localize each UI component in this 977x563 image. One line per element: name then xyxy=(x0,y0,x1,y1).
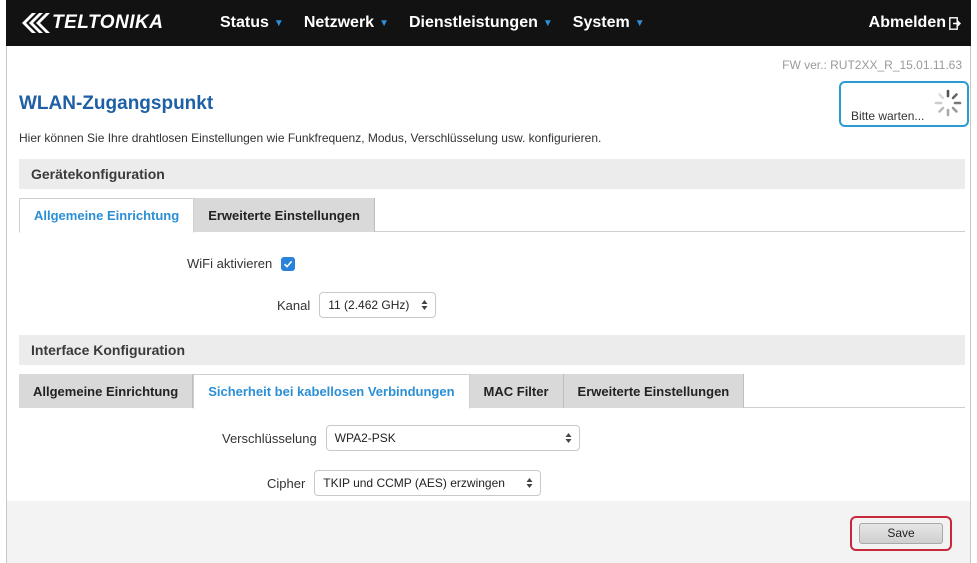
interface-config-tabs: Allgemeine Einrichtung Sicherheit bei ka… xyxy=(19,374,965,409)
cipher-label: Cipher xyxy=(267,475,306,491)
encryption-label: Verschlüsselung xyxy=(222,430,317,446)
nav-system[interactable]: System ▼ xyxy=(573,14,645,32)
logo-text: TELTONIKA xyxy=(52,12,164,33)
channel-label: Kanal xyxy=(277,297,311,313)
chevron-down-icon: ▼ xyxy=(634,17,645,29)
teltonika-logo[interactable]: TELTONIKA xyxy=(20,12,210,34)
logout-icon xyxy=(949,16,961,30)
encryption-select[interactable]: WPA2-PSK xyxy=(325,425,580,451)
save-highlight: Save xyxy=(850,516,952,551)
loading-text: Bitte warten... xyxy=(851,109,925,123)
nav-dienstleistungen[interactable]: Dienstleistungen ▼ xyxy=(409,14,553,32)
page-title: WLAN-Zugangspunkt xyxy=(19,93,214,114)
cipher-row: Cipher TKIP und CCMP (AES) erzwingen xyxy=(267,470,542,496)
firmware-version: FW ver.: RUT2XX_R_15.01.11.63 xyxy=(782,58,962,72)
wifi-enable-checkbox[interactable] xyxy=(281,256,296,271)
nav-netzwerk[interactable]: Netzwerk ▼ xyxy=(304,14,389,32)
tab-wireless-security[interactable]: Sicherheit bei kabellosen Verbindungen xyxy=(193,374,470,409)
updown-arrows-icon xyxy=(526,478,533,488)
main-content: FW ver.: RUT2XX_R_15.01.11.63 WLAN-Zugan… xyxy=(6,46,971,563)
tab-general-setup[interactable]: Allgemeine Einrichtung xyxy=(19,374,194,408)
channel-select[interactable]: 11 (2.462 GHz) xyxy=(319,292,437,318)
spinner-icon xyxy=(934,89,962,117)
channel-row: Kanal 11 (2.462 GHz) xyxy=(277,292,437,318)
logout-button[interactable]: Abmelden xyxy=(869,14,961,32)
form-footer: Save xyxy=(7,501,970,563)
encryption-row: Verschlüsselung WPA2-PSK xyxy=(222,425,580,451)
cipher-select[interactable]: TKIP und CCMP (AES) erzwingen xyxy=(314,470,542,496)
updown-arrows-icon xyxy=(565,433,572,443)
checkmark-icon xyxy=(284,260,293,268)
main-nav: Status ▼ Netzwerk ▼ Dienstleistungen ▼ Syst… xyxy=(220,14,665,32)
section-device-config: Gerätekonfiguration xyxy=(19,159,965,189)
tab-advanced-settings[interactable]: Erweiterte Einstellungen xyxy=(194,198,375,232)
save-button[interactable]: Save xyxy=(859,523,943,544)
tab-advanced-settings[interactable]: Erweiterte Einstellungen xyxy=(563,374,745,408)
nav-status[interactable]: Status ▼ xyxy=(220,14,284,32)
wifi-enable-row: WiFi aktivieren xyxy=(187,256,296,271)
device-config-tabs: Allgemeine Einrichtung Erweiterte Einste… xyxy=(19,198,965,233)
tab-general-setup[interactable]: Allgemeine Einrichtung xyxy=(19,198,195,233)
chevron-down-icon: ▼ xyxy=(273,17,284,29)
updown-arrows-icon xyxy=(421,300,428,310)
section-interface-config: Interface Konfiguration xyxy=(19,335,965,365)
loading-indicator: Bitte warten... xyxy=(839,81,969,127)
tab-mac-filter[interactable]: MAC Filter xyxy=(469,374,564,408)
chevron-down-icon: ▼ xyxy=(379,17,389,29)
chevron-down-icon: ▼ xyxy=(542,17,553,29)
logo-mark-icon xyxy=(22,13,50,33)
top-navigation-bar: TELTONIKA Status ▼ Netzwerk ▼ Dienstleistu… xyxy=(6,0,971,46)
page-description: Hier können Sie Ihre drahtlosen Einstell… xyxy=(19,131,602,145)
wifi-enable-label: WiFi aktivieren xyxy=(187,256,273,271)
